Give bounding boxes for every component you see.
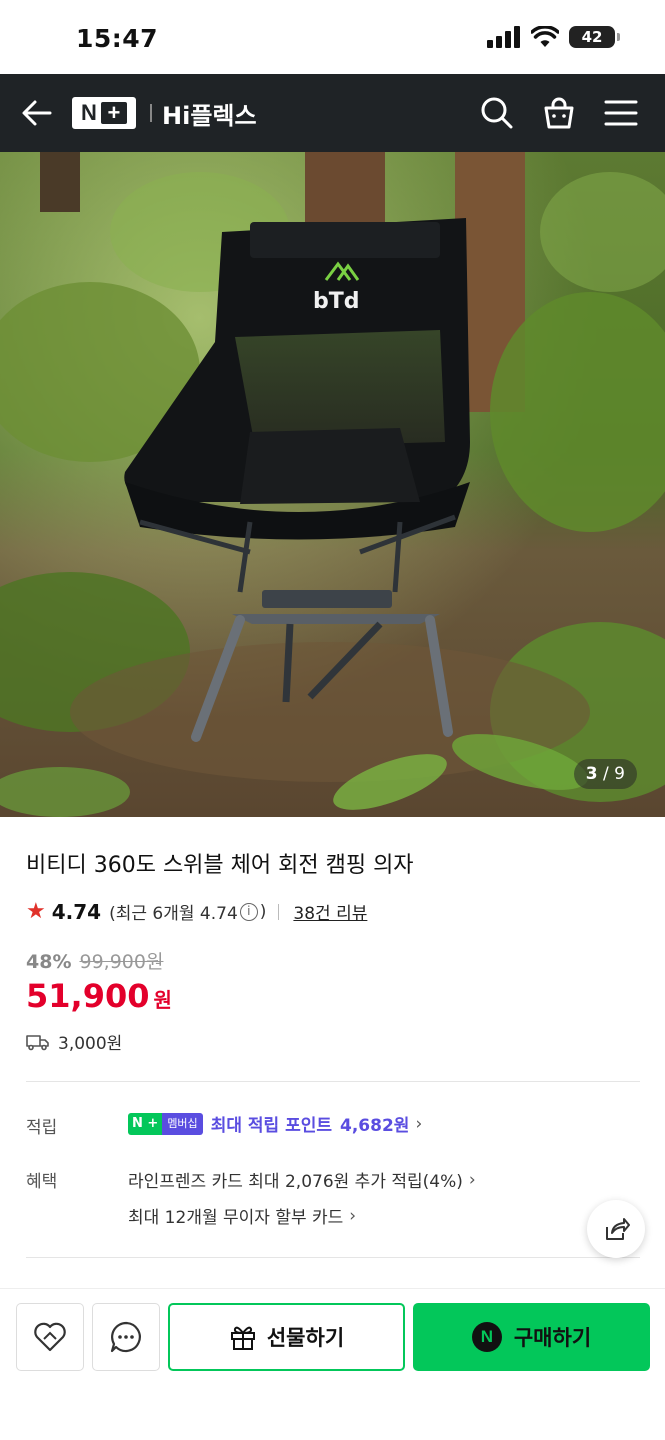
membership-points-link[interactable]: N + 멤버십 최대 적립 포인트 4,682원 › xyxy=(128,1111,422,1136)
points-label: 적립 xyxy=(26,1118,58,1138)
back-arrow-icon[interactable] xyxy=(20,96,54,130)
image-counter-current: 3 xyxy=(585,764,598,784)
bottom-action-bar: 선물하기 N 구매하기 xyxy=(0,1288,665,1440)
shipping-row: 3,000원 xyxy=(26,1029,122,1054)
battery-icon: 42 xyxy=(569,26,620,48)
installment-perk-link[interactable]: 최대 12개월 무이자 할부 카드 › xyxy=(128,1203,357,1229)
nplus-plus: + xyxy=(100,102,127,124)
buy-button-label: 구매하기 xyxy=(513,1326,592,1350)
chat-button[interactable] xyxy=(92,1303,160,1371)
card-perk-text: 라인프렌즈 카드 최대 2,076원 추가 적립(4%) xyxy=(128,1172,463,1192)
nplus-n: N xyxy=(81,100,97,125)
card-perk-link[interactable]: 라인프렌즈 카드 최대 2,076원 추가 적립(4%) › xyxy=(128,1167,476,1193)
price-unit: 원 xyxy=(153,988,172,1012)
product-image: bTd xyxy=(0,152,665,817)
rating-value: 4.74 xyxy=(51,899,102,924)
status-time: 15:47 xyxy=(76,24,159,53)
image-counter: 3 / 9 xyxy=(573,759,637,789)
points-amount: 4,682원 xyxy=(340,1116,410,1136)
product-image-carousel[interactable]: bTd 3 / 9 xyxy=(0,152,665,817)
truck-icon xyxy=(26,1034,49,1050)
store-name: Hi플렉스 xyxy=(162,101,257,130)
search-icon[interactable] xyxy=(480,96,514,130)
logo-divider xyxy=(150,104,152,122)
gift-icon xyxy=(230,1326,255,1350)
discount-percent: 48% xyxy=(26,951,72,973)
discount-row: 48% 99,900원 xyxy=(26,947,163,974)
chevron-right-icon: › xyxy=(349,1205,357,1226)
recent-rating: (최근 6개월 4.74 xyxy=(109,904,238,924)
membership-badge-n: N + xyxy=(128,1112,163,1135)
heart-icon xyxy=(34,1322,66,1352)
store-logo[interactable]: N + Hi플렉스 xyxy=(72,96,257,130)
chat-icon xyxy=(110,1321,141,1353)
rating-row: ★ 4.74 (최근 6개월 4.74 i ) 38건 리뷰 xyxy=(26,899,367,924)
chevron-right-icon: › xyxy=(415,1113,423,1134)
buy-button[interactable]: N 구매하기 xyxy=(413,1303,650,1371)
review-count-link[interactable]: 38건 리뷰 xyxy=(293,899,367,924)
gift-button[interactable]: 선물하기 xyxy=(168,1303,405,1371)
share-icon xyxy=(606,1218,630,1240)
membership-badge: N + 멤버십 xyxy=(128,1112,203,1135)
original-price: 99,900원 xyxy=(79,951,164,973)
star-icon: ★ xyxy=(26,899,46,924)
cart-icon[interactable] xyxy=(542,96,576,130)
chevron-right-icon: › xyxy=(468,1169,476,1190)
menu-icon[interactable] xyxy=(604,96,638,130)
wishlist-button[interactable] xyxy=(16,1303,84,1371)
nplus-logo: N + xyxy=(72,97,136,129)
membership-badge-text: 멤버십 xyxy=(162,1112,203,1135)
share-button[interactable] xyxy=(587,1200,645,1258)
chair-logo: bTd xyxy=(313,289,360,314)
shipping-fee: 3,000원 xyxy=(58,1034,123,1054)
divider xyxy=(26,1081,640,1082)
product-title: 비티디 360도 스위블 체어 회전 캠핑 의자 xyxy=(26,853,414,878)
signal-icon xyxy=(487,26,520,48)
price-row: 51,900 원 xyxy=(26,977,172,1015)
image-counter-total: 9 xyxy=(614,764,625,784)
points-text: 최대 적립 포인트 xyxy=(210,1116,333,1136)
divider xyxy=(26,1257,640,1258)
top-nav: N + Hi플렉스 xyxy=(0,74,665,152)
status-icons: 42 xyxy=(487,26,620,48)
gift-button-label: 선물하기 xyxy=(266,1326,345,1350)
status-bar: 15:47 42 xyxy=(0,0,665,74)
wifi-icon xyxy=(531,26,559,47)
rating-divider xyxy=(278,903,280,920)
sale-price: 51,900 xyxy=(26,977,150,1015)
naver-pay-icon: N xyxy=(471,1322,502,1352)
info-icon[interactable]: i xyxy=(239,902,258,921)
perks-label: 혜택 xyxy=(26,1172,58,1192)
installment-perk-text: 최대 12개월 무이자 할부 카드 xyxy=(128,1208,344,1228)
recent-rating-close: ) xyxy=(259,901,267,922)
